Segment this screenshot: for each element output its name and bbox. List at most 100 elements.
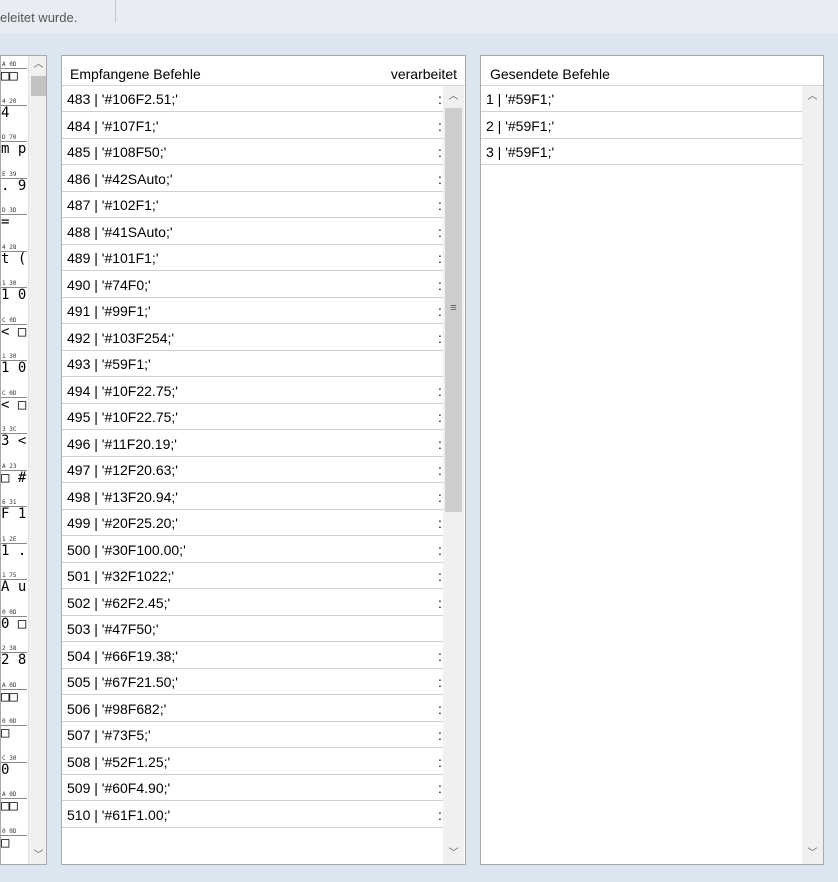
sent-scrollbar[interactable]: ︿ ﹀ <box>802 86 823 864</box>
received-row[interactable]: 510 | '#61F1.00;': <box>62 802 443 828</box>
hex-char: = <box>1 214 10 230</box>
received-row[interactable]: 489 | '#101F1;': <box>62 245 443 271</box>
hex-char: 0 □ <box>1 615 27 632</box>
processed-marker: : <box>438 435 442 452</box>
processed-marker: : <box>438 541 442 558</box>
hex-code: C 30 <box>2 754 17 762</box>
received-row[interactable]: 506 | '#98F682;': <box>62 696 443 722</box>
received-row[interactable]: 498 | '#13F20.94;': <box>62 484 443 510</box>
received-row[interactable]: 507 | '#73F5;': <box>62 722 443 748</box>
sent-row[interactable]: 3 | '#59F1;' <box>481 139 802 165</box>
hex-char: F 1 <box>1 506 27 522</box>
hex-cell: 6 31 F 1 <box>1 498 27 524</box>
received-row[interactable]: 488 | '#41SAuto;': <box>62 219 443 245</box>
received-row[interactable]: 504 | '#66F19.38;': <box>62 643 443 669</box>
processed-marker: : <box>438 382 442 399</box>
received-command-text: 508 | '#52F1.25;' <box>67 753 171 770</box>
hex-code: 4 20 <box>2 97 17 105</box>
chevron-up-icon[interactable]: ︿ <box>443 88 464 105</box>
processed-marker: : <box>438 488 442 505</box>
received-command-text: 506 | '#98F682;' <box>67 700 167 717</box>
received-row[interactable]: 501 | '#32F1022;': <box>62 563 443 589</box>
received-row[interactable]: 494 | '#10F22.75;': <box>62 378 443 404</box>
hex-char: 0 <box>1 761 10 778</box>
hex-cell: A 0D □□ <box>1 790 27 816</box>
hex-cell: D 3D = <box>1 206 27 232</box>
received-command-text: 510 | '#61F1.00;' <box>67 806 171 823</box>
hex-viewer-panel[interactable]: A 0D □□ 4 20 4 D 70 m pE 39. 9D 3D = 4 28 t (1 … <box>0 55 47 865</box>
processed-marker: : <box>438 91 442 107</box>
hex-cell: 4 28 t ( <box>1 243 27 269</box>
received-row[interactable]: 485 | '#108F50;': <box>62 139 443 165</box>
hex-char: □□ <box>1 68 18 84</box>
hex-code: E 39 <box>2 170 17 178</box>
received-command-text: 494 | '#10F22.75;' <box>67 382 178 399</box>
received-row[interactable]: 486 | '#42SAuto;': <box>62 166 443 192</box>
processed-column-header[interactable]: verarbeitet <box>391 66 457 82</box>
sent-row[interactable]: 1 | '#59F1;' <box>481 86 802 112</box>
received-row[interactable]: 490 | '#74F0;': <box>62 272 443 298</box>
received-row[interactable]: 505 | '#67F21.50;': <box>62 669 443 695</box>
hex-code: A 23 <box>2 462 17 470</box>
hex-code: 0 0D <box>2 827 17 835</box>
received-row[interactable]: 495 | '#10F22.75;': <box>62 404 443 430</box>
received-row[interactable]: 503 | '#47F50;' <box>62 616 443 642</box>
received-scrollbar[interactable]: ︿ ≡ ﹀ <box>443 86 464 864</box>
received-row[interactable]: 497 | '#12F20.63;': <box>62 457 443 483</box>
received-command-text: 483 | '#106F2.51;' <box>67 91 178 107</box>
hex-char: 4 <box>1 104 10 121</box>
hex-scroll-thumb[interactable] <box>31 76 46 96</box>
processed-marker: : <box>438 780 442 796</box>
chevron-down-icon[interactable]: ﹀ <box>443 845 464 862</box>
processed-marker: : <box>438 594 442 611</box>
received-row[interactable]: 492 | '#103F254;': <box>62 325 443 351</box>
processed-marker: : <box>438 700 442 717</box>
hex-char: 1 0 <box>1 360 27 376</box>
chevron-up-icon[interactable]: ︿ <box>29 56 46 73</box>
hex-char: m p <box>1 141 27 157</box>
hex-code: 1 75 <box>2 572 17 579</box>
processed-marker: : <box>438 647 442 664</box>
received-command-text: 484 | '#107F1;' <box>67 117 159 134</box>
hex-char: □□ <box>1 798 18 814</box>
hex-code: A 0D <box>2 791 17 798</box>
processed-marker: : <box>438 197 442 213</box>
received-command-text: 504 | '#66F19.38;' <box>67 647 178 664</box>
processed-marker: : <box>438 117 442 134</box>
received-row[interactable]: 484 | '#107F1;': <box>62 113 443 139</box>
received-command-text: 499 | '#20F25.20;' <box>67 515 178 531</box>
received-command-text: 489 | '#101F1;' <box>67 250 159 266</box>
chevron-up-icon[interactable]: ︿ <box>802 88 823 105</box>
hex-code: 0 0D <box>2 718 17 725</box>
processed-marker: : <box>438 223 442 240</box>
chevron-down-icon[interactable]: ﹀ <box>802 845 823 862</box>
received-commands-panel[interactable]: Empfangene Befehle verarbeitet 483 | '#1… <box>61 55 466 865</box>
received-row[interactable]: 491 | '#99F1;': <box>62 298 443 324</box>
received-row[interactable]: 496 | '#11F20.19;': <box>62 431 443 457</box>
received-row[interactable]: 508 | '#52F1.25;': <box>62 749 443 775</box>
received-row[interactable]: 487 | '#102F1;': <box>62 192 443 218</box>
hex-code: D 70 <box>2 134 17 141</box>
hex-cell: 1 30 1 0 <box>1 352 27 378</box>
sent-commands-panel[interactable]: Gesendete Befehle 1 | '#59F1;' 2 | '#59F1… <box>480 55 824 865</box>
received-command-text: 503 | '#47F50;' <box>67 621 159 637</box>
hex-code: D 3D <box>2 207 17 214</box>
hex-char: < □ <box>1 396 27 413</box>
received-row[interactable]: 499 | '#20F25.20;': <box>62 510 443 536</box>
received-command-text: 493 | '#59F1;' <box>67 356 151 372</box>
hex-cell: C 0D < □ <box>1 316 27 342</box>
received-row[interactable]: 500 | '#30F100.00;': <box>62 537 443 563</box>
received-row[interactable]: 502 | '#62F2.45;': <box>62 590 443 616</box>
chevron-down-icon[interactable]: ﹀ <box>29 847 46 864</box>
received-command-text: 485 | '#108F50;' <box>67 144 167 160</box>
received-command-text: 509 | '#60F4.90;' <box>67 780 171 796</box>
sent-row[interactable]: 2 | '#59F1;' <box>481 113 802 139</box>
received-row[interactable]: 483 | '#106F2.51;': <box>62 86 443 112</box>
received-row[interactable]: 509 | '#60F4.90;': <box>62 775 443 801</box>
hex-code: 1 2E <box>2 535 17 543</box>
hex-char: t ( <box>1 250 27 267</box>
hex-code: 1 30 <box>2 353 17 360</box>
received-header: Empfangene Befehle verarbeitet <box>62 56 465 86</box>
received-row[interactable]: 493 | '#59F1;' <box>62 351 443 377</box>
hex-scrollbar[interactable]: ︿ ﹀ <box>28 56 46 864</box>
